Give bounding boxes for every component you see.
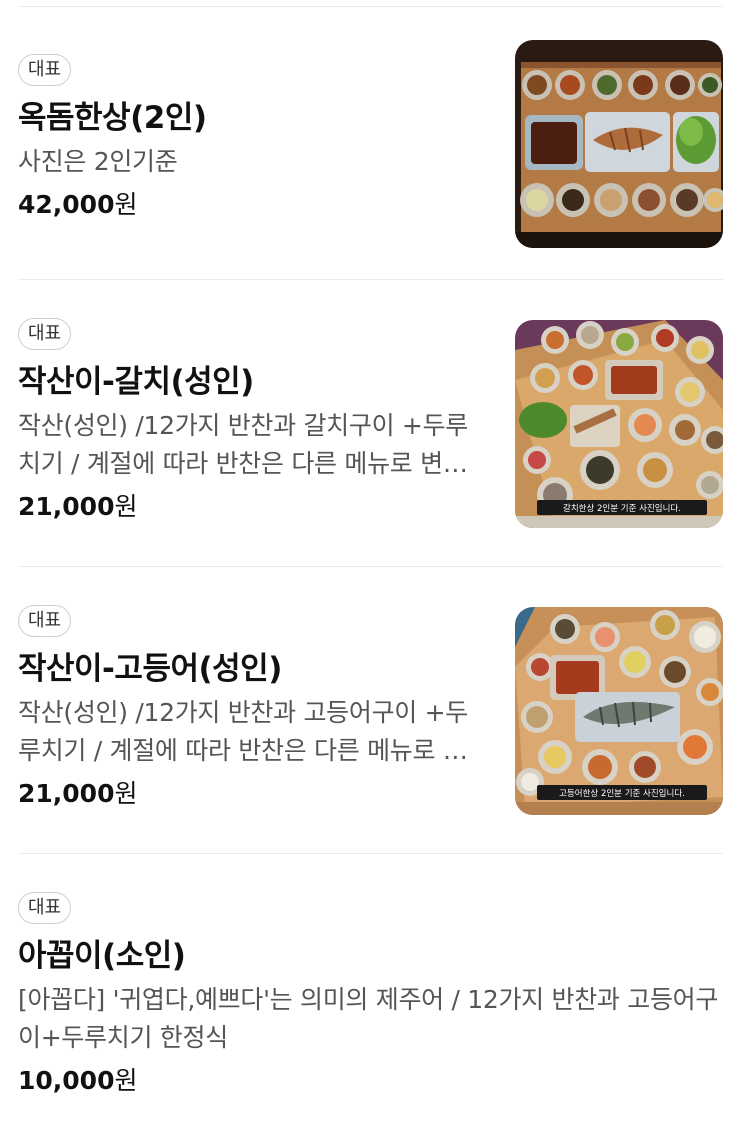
menu-item[interactable]: 대표 작산이-갈치(성인) 작산(성인) /12가지 반찬과 갈치구이 +두루치… (18, 318, 723, 532)
menu-item-price: 42,000원 (18, 190, 138, 219)
menu-item[interactable]: 대표 작산이-고등어(성인) 작산(성인) /12가지 반찬과 고등어구이 +두… (18, 605, 723, 819)
menu-item-price: 21,000원 (18, 492, 138, 521)
item-divider (18, 279, 723, 280)
item-divider (18, 853, 723, 854)
photo-caption: 고등어한상 2인분 기준 사진입니다. (559, 788, 685, 799)
representative-badge: 대표 (18, 318, 72, 350)
menu-item[interactable]: 대표 옥돔한상(2인) 사진은 2인기준 42,000원 (18, 38, 723, 252)
menu-item-photo[interactable]: 갈치한상 2인분 기준 사진입니다. (515, 320, 723, 528)
menu-item-description: 사진은 2인기준 (18, 147, 178, 176)
menu-item-price: 21,000원 (18, 779, 138, 808)
menu-item-name: 아꼽이(소인) (18, 938, 186, 974)
top-divider (18, 6, 723, 7)
menu-item-name: 작산이-갈치(성인) (18, 364, 254, 400)
representative-badge: 대표 (18, 54, 72, 86)
menu-item-photo[interactable] (515, 40, 723, 248)
menu-item-description: 작산(성인) /12가지 반찬과 고등어구이 +두루치기 / 계절에 따라 반찬… (18, 698, 468, 765)
menu-item-name: 옥돔한상(2인) (18, 100, 207, 136)
menu-item-description: 작산(성인) /12가지 반찬과 갈치구이 +두루치기 / 계절에 따라 반찬은… (18, 411, 468, 478)
menu-item-name: 작산이-고등어(성인) (18, 651, 282, 687)
item-divider (18, 566, 723, 567)
representative-badge: 대표 (18, 892, 72, 924)
menu-item-photo[interactable]: 고등어한상 2인분 기준 사진입니다. (515, 607, 723, 815)
menu-item-description: [아꼽다] '귀엽다,예쁘다'는 의미의 제주어 / 12가지 반찬과 고등어구… (18, 985, 719, 1052)
photo-caption: 갈치한상 2인분 기준 사진입니다. (563, 503, 681, 514)
menu-item-price: 10,000원 (18, 1066, 138, 1095)
representative-badge: 대표 (18, 605, 72, 637)
menu-item[interactable]: 대표 아꼽이(소인) [아꼽다] '귀엽다,예쁘다'는 의미의 제주어 / 12… (18, 892, 723, 1112)
